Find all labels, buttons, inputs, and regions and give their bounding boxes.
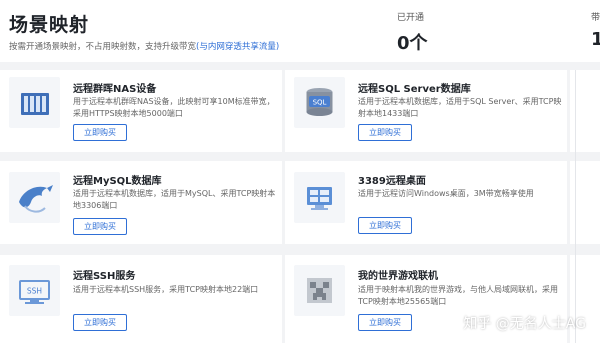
card-desc-sqlserver: 适用于远程本机数据库，适用于SQL Server、采用TCP映射本地1433端口 (358, 97, 562, 118)
buy-button-nas[interactable]: 立即购买 (73, 124, 127, 141)
card-title-mysql: 远程MySQL数据库 (73, 176, 162, 187)
card-title-sqlserver: 远程SQL Server数据库 (358, 84, 471, 95)
nas-device-icon (9, 77, 60, 128)
stat-opened-value: 0个 (397, 33, 428, 54)
subtitle-text: 按需开通场景映射，不占用映射数，支持升级带宽 (9, 42, 197, 52)
buy-button-ssh[interactable]: 立即购买 (73, 314, 127, 331)
scenario-card-rdp: 3389远程桌面 适用于远程访问Windows桌面，3M带宽畅享使用 立即购买 (285, 161, 567, 244)
buy-button-minecraft[interactable]: 立即购买 (358, 314, 412, 331)
card-title-ssh: 远程SSH服务 (73, 271, 136, 282)
scenario-card-nas: 远程群晖NAS设备 用于远程本机群晖NAS设备，此映射可享10M标准带宽，采用H… (0, 70, 282, 152)
card-desc-nas: 用于远程本机群晖NAS设备，此映射可享10M标准带宽，采用HTTPS映射本地50… (73, 97, 275, 118)
buy-button-rdp[interactable]: 立即购买 (358, 217, 412, 234)
stat-opened-label: 已开通 (397, 13, 425, 23)
windows-desktop-icon (294, 172, 345, 223)
card-desc-rdp: 适用于远程访问Windows桌面，3M带宽畅享使用 (358, 189, 534, 198)
watermark: 知乎 @无名人士AG (463, 316, 586, 332)
stat-bandwidth-label: 带 (591, 13, 600, 23)
buy-button-sqlserver[interactable]: 立即购买 (358, 124, 412, 141)
stat-bandwidth-value: 1 (591, 29, 600, 50)
page-title: 场景映射 (9, 14, 90, 36)
column-divider (575, 70, 576, 343)
card-desc-minecraft: 适用于映射本机我的世界游戏，与他人局域网联机，采用TCP映射本地25565端口 (358, 285, 558, 306)
svg-text:SSH: SSH (27, 287, 42, 296)
card-title-rdp: 3389远程桌面 (358, 176, 426, 187)
svg-text:SQL: SQL (313, 99, 327, 107)
scenario-card-mysql: 远程MySQL数据库 适用于远程本机数据库，适用于MySQL、采用TCP映射本地… (0, 161, 282, 244)
page-subtitle: 按需开通场景映射，不占用映射数，支持升级带宽(与内网穿透共享流量) (9, 40, 279, 52)
buy-button-mysql[interactable]: 立即购买 (73, 218, 127, 235)
sql-server-icon: SQL (294, 77, 345, 128)
mysql-dolphin-icon (9, 172, 60, 223)
scenario-card-sqlserver: SQL 远程SQL Server数据库 适用于远程本机数据库，适用于SQL Se… (285, 70, 567, 152)
ssh-terminal-icon: SSH (9, 265, 60, 316)
shared-traffic-link[interactable]: (与内网穿透共享流量) (196, 42, 279, 52)
card-title-nas: 远程群晖NAS设备 (73, 84, 157, 95)
card-desc-ssh: 适用于远程本机SSH服务，采用TCP映射本地22端口 (73, 285, 259, 294)
minecraft-creeper-icon (294, 265, 345, 316)
card-title-minecraft: 我的世界游戏联机 (358, 271, 438, 282)
page-header: 场景映射 按需开通场景映射，不占用映射数，支持升级带宽(与内网穿透共享流量) 已… (0, 0, 600, 62)
scenario-card-ssh: SSH 远程SSH服务 适用于远程本机SSH服务，采用TCP映射本地22端口 立… (0, 255, 282, 343)
card-desc-mysql: 适用于远程本机数据库，适用于MySQL、采用TCP映射本地3306端口 (73, 189, 276, 210)
